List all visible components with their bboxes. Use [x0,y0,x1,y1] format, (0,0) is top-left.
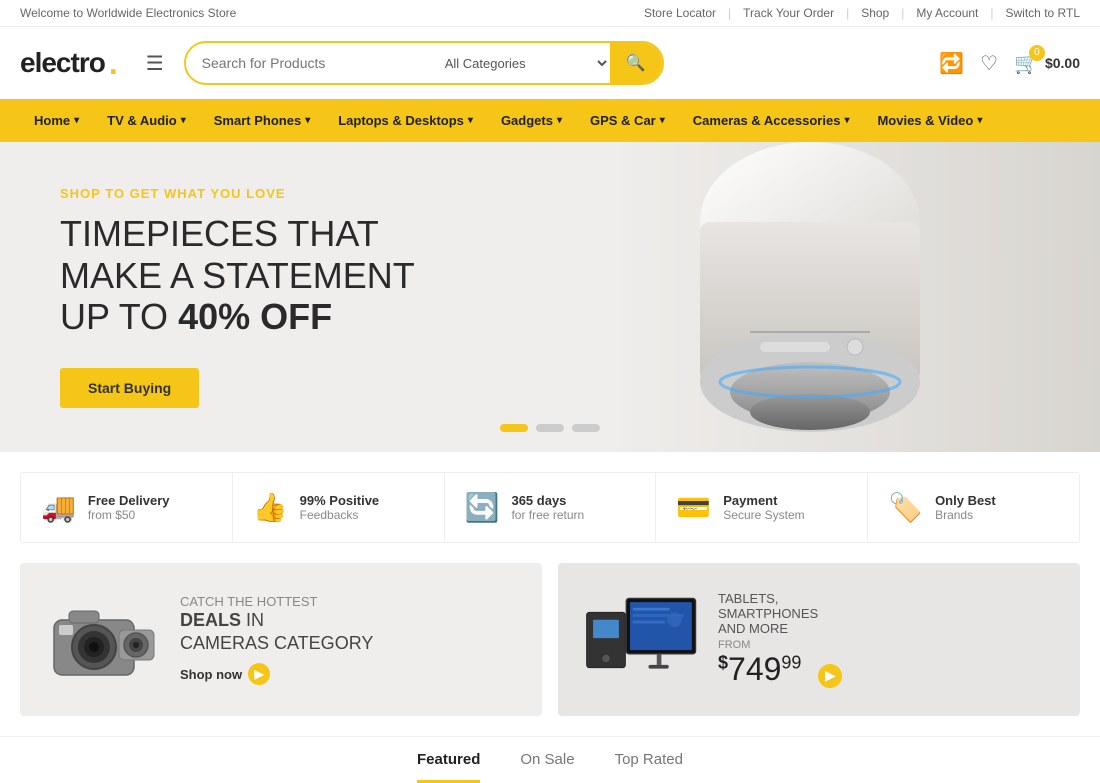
shop-link[interactable]: Shop [861,6,889,20]
nav-item-tv-audio[interactable]: TV & Audio▾ [93,99,200,142]
promo-tablet-image [582,595,702,685]
nav-item-gps[interactable]: GPS & Car▾ [576,99,679,142]
brands-icon: 🏷️ [888,491,923,524]
tabs-section: Featured On Sale Top Rated [0,736,1100,783]
logo-dot: . [109,45,118,82]
top-bar-actions: Store Locator | Track Your Order | Shop … [644,6,1080,20]
feature-feedbacks: 👍 99% Positive Feedbacks [233,473,445,542]
promo-tablets-price: $74999 [718,651,810,687]
promo-tablets: TABLETS,SMARTPHONESAND MORE FROM $74999 … [558,563,1080,716]
nav-item-home[interactable]: Home▾ [20,99,93,142]
top-bar: Welcome to Worldwide Electronics Store S… [0,0,1100,27]
product-tabs: Featured On Sale Top Rated [20,747,1080,783]
price-arrow-icon[interactable]: ▶ [818,664,842,688]
search-bar: All Categories Smart Phones TV & Audio L… [184,41,664,85]
hero-banner: SHOP TO GET WHAT YOU LOVE TIMEPIECES THA… [0,142,1100,452]
promo-camera-image [44,595,164,685]
chevron-down-icon: ▾ [468,115,473,126]
shop-now-arrow-icon: ▶ [248,663,270,685]
feature-sub-brands: Brands [935,508,996,522]
feature-payment: 💳 Payment Secure System [656,473,868,542]
delivery-icon: 🚚 [41,491,76,524]
feature-title-feedback: 99% Positive [300,493,380,508]
chevron-down-icon: ▾ [977,115,982,126]
chevron-down-icon: ▾ [181,115,186,126]
feature-sub-return: for free return [511,508,584,522]
chevron-down-icon: ▾ [74,115,79,126]
promo-cameras-text: CATCH THE HOTTEST DEALS INCAMERAS CATEGO… [180,594,518,686]
feature-sub-delivery: from $50 [88,508,170,522]
hero-subtitle: SHOP TO GET WHAT YOU LOVE [60,186,415,201]
cart-price: $0.00 [1045,55,1080,71]
tab-top-rated[interactable]: Top Rated [615,751,683,783]
cart-badge: 0 [1029,45,1045,61]
header-actions: 🔁 ♡ 🛒 0 $0.00 [939,51,1080,76]
hero-content: SHOP TO GET WHAT YOU LOVE TIMEPIECES THA… [0,186,475,407]
compare-icon[interactable]: 🔁 [939,51,964,76]
search-button[interactable]: 🔍 [610,43,662,83]
hero-product-svg [660,142,960,452]
nav-item-laptops[interactable]: Laptops & Desktops▾ [324,99,487,142]
promo-section: CATCH THE HOTTEST DEALS INCAMERAS CATEGO… [0,563,1100,736]
promo-cameras-label: CATCH THE HOTTEST [180,594,518,609]
hero-dot-1[interactable] [500,424,528,432]
feature-brands: 🏷️ Only Best Brands [868,473,1079,542]
promo-cameras: CATCH THE HOTTEST DEALS INCAMERAS CATEGO… [20,563,542,716]
feature-free-delivery: 🚚 Free Delivery from $50 [21,473,233,542]
features-strip: 🚚 Free Delivery from $50 👍 99% Positive … [20,472,1080,543]
logo-text: electro [20,47,105,79]
promo-cameras-title: DEALS INCAMERAS CATEGORY [180,609,518,656]
hero-product-image [520,142,1100,452]
feature-title-return: 365 days [511,493,584,508]
category-select[interactable]: All Categories Smart Phones TV & Audio L… [431,45,610,82]
hamburger-icon[interactable]: ☰ [146,51,164,76]
switch-rtl-link[interactable]: Switch to RTL [1006,6,1080,20]
store-locator-link[interactable]: Store Locator [644,6,716,20]
logo[interactable]: electro. [20,45,118,82]
header: electro. ☰ All Categories Smart Phones T… [0,27,1100,99]
hero-dot-3[interactable] [572,424,600,432]
promo-tablets-category: TABLETS,SMARTPHONESAND MORE FROM $74999 … [718,591,1056,688]
chevron-down-icon: ▾ [557,115,562,126]
chevron-down-icon: ▾ [660,115,665,126]
feedback-icon: 👍 [253,491,288,524]
hero-dot-2[interactable] [536,424,564,432]
feature-sub-feedback: Feedbacks [300,508,380,522]
chevron-down-icon: ▾ [305,115,310,126]
nav-item-smart-phones[interactable]: Smart Phones▾ [200,99,324,142]
nav-item-movies[interactable]: Movies & Video▾ [863,99,996,142]
feature-title-payment: Payment [723,493,804,508]
chevron-down-icon: ▾ [844,115,849,126]
hero-title: TIMEPIECES THAT MAKE A STATEMENT UP TO 4… [60,213,415,337]
track-order-link[interactable]: Track Your Order [743,6,834,20]
cart-button[interactable]: 🛒 0 $0.00 [1014,51,1080,76]
wishlist-icon[interactable]: ♡ [980,51,998,76]
shop-now-cameras[interactable]: Shop now ▶ [180,663,518,685]
return-icon: 🔄 [465,491,500,524]
feature-returns: 🔄 365 days for free return [445,473,657,542]
payment-icon: 💳 [676,491,711,524]
nav-item-gadgets[interactable]: Gadgets▾ [487,99,576,142]
feature-sub-payment: Secure System [723,508,804,522]
cart-icon: 🛒 0 [1014,51,1039,76]
feature-title-brands: Only Best [935,493,996,508]
search-input[interactable] [186,45,431,81]
main-nav: Home▾ TV & Audio▾ Smart Phones▾ Laptops … [0,99,1100,142]
nav-item-cameras[interactable]: Cameras & Accessories▾ [679,99,864,142]
tab-featured[interactable]: Featured [417,751,480,783]
feature-title-delivery: Free Delivery [88,493,170,508]
tab-on-sale[interactable]: On Sale [520,751,574,783]
hero-pagination [500,424,600,432]
hero-cta-button[interactable]: Start Buying [60,368,199,408]
promo-tablets-text: TABLETS,SMARTPHONESAND MORE FROM $74999 … [718,591,1056,688]
welcome-text: Welcome to Worldwide Electronics Store [20,6,236,20]
my-account-link[interactable]: My Account [916,6,978,20]
